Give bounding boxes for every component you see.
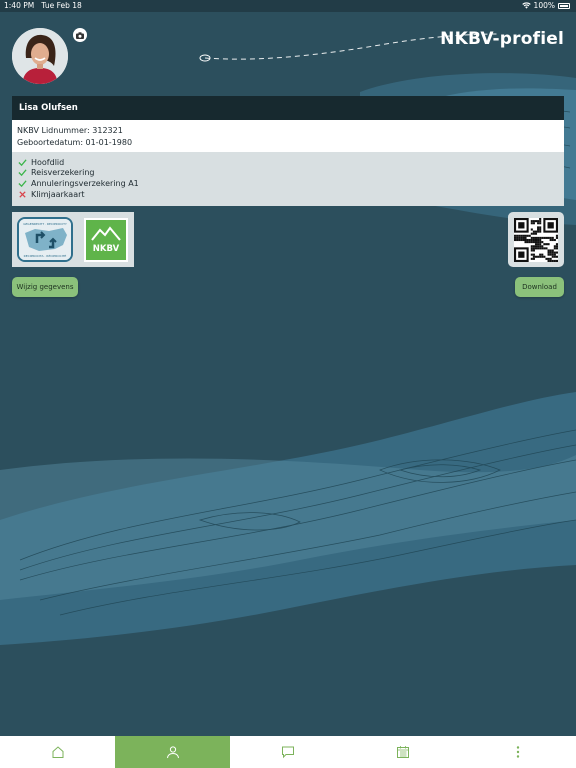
tab-bar — [0, 736, 576, 768]
avatar[interactable] — [12, 28, 68, 84]
wifi-icon — [521, 2, 531, 9]
nkbv-logo: NKBV — [84, 218, 128, 262]
membership-label: Reisverzekering — [31, 168, 95, 178]
qr-code[interactable] — [508, 212, 564, 267]
list-item: Klimjaarkaart — [18, 189, 558, 200]
membership-label: Annuleringsverzekering A1 — [31, 178, 139, 188]
mountain-icon — [91, 226, 121, 241]
reciprocity-logo-image: GEGENRECHT · RECIPROCITY RECIPROCITA · R… — [19, 219, 71, 260]
qr-code-image — [514, 218, 558, 262]
check-icon — [18, 159, 27, 166]
nkbv-logo-text: NKBV — [92, 244, 120, 254]
svg-text:GEGENRECHT · RECIPROCITY: GEGENRECHT · RECIPROCITY — [23, 222, 67, 226]
membership-list: Hoofdlid Reisverzekering Annuleringsverz… — [12, 152, 564, 206]
cross-icon — [19, 190, 26, 198]
list-item: Reisverzekering — [18, 168, 558, 179]
camera-button[interactable] — [73, 28, 87, 42]
list-item: Hoofdlid — [18, 157, 558, 168]
edit-details-button[interactable]: Wijzig gegevens — [12, 277, 78, 297]
calendar-icon — [397, 746, 410, 758]
check-icon — [18, 169, 27, 177]
camera-icon — [76, 31, 84, 39]
tab-home[interactable] — [0, 736, 115, 768]
tab-profile[interactable] — [115, 736, 231, 768]
status-bar: 1:40 PM Tue Feb 18 100% — [0, 0, 576, 12]
tab-more[interactable] — [461, 736, 576, 768]
svg-text:RECIPROCITA · RÉCIPROCITÉ: RECIPROCITA · RÉCIPROCITÉ — [24, 253, 67, 258]
avatar-image — [12, 28, 68, 84]
birth-date: Geboortedatum: 01-01-1980 — [17, 138, 133, 147]
membership-label: Klimjaarkaart — [31, 189, 85, 199]
battery-icon — [558, 2, 570, 9]
member-name: Lisa Olufsen — [19, 103, 78, 113]
partner-badges: GEGENRECHT · RECIPROCITY RECIPROCITA · R… — [12, 212, 134, 267]
download-button[interactable]: Download — [515, 277, 564, 297]
member-number: NKBV Lidnummer: 312321 — [17, 126, 123, 135]
profile-icon — [166, 746, 179, 759]
tab-calendar[interactable] — [346, 736, 461, 768]
battery-percent: 100% — [533, 1, 555, 10]
member-info: NKBV Lidnummer: 312321 Geboortedatum: 01… — [12, 120, 564, 152]
tab-messages[interactable] — [230, 736, 345, 768]
more-icon — [517, 746, 520, 758]
check-icon — [18, 180, 27, 188]
member-name-header: Lisa Olufsen — [12, 96, 564, 120]
page-title: NKBV-profiel — [440, 29, 564, 49]
home-icon — [52, 746, 64, 758]
list-item: Annuleringsverzekering A1 — [18, 178, 558, 189]
chat-icon — [282, 746, 294, 759]
status-time: 1:40 PM Tue Feb 18 — [4, 1, 82, 10]
membership-label: Hoofdlid — [31, 157, 65, 167]
reciprocity-logo: GEGENRECHT · RECIPROCITY RECIPROCITA · R… — [17, 217, 73, 262]
